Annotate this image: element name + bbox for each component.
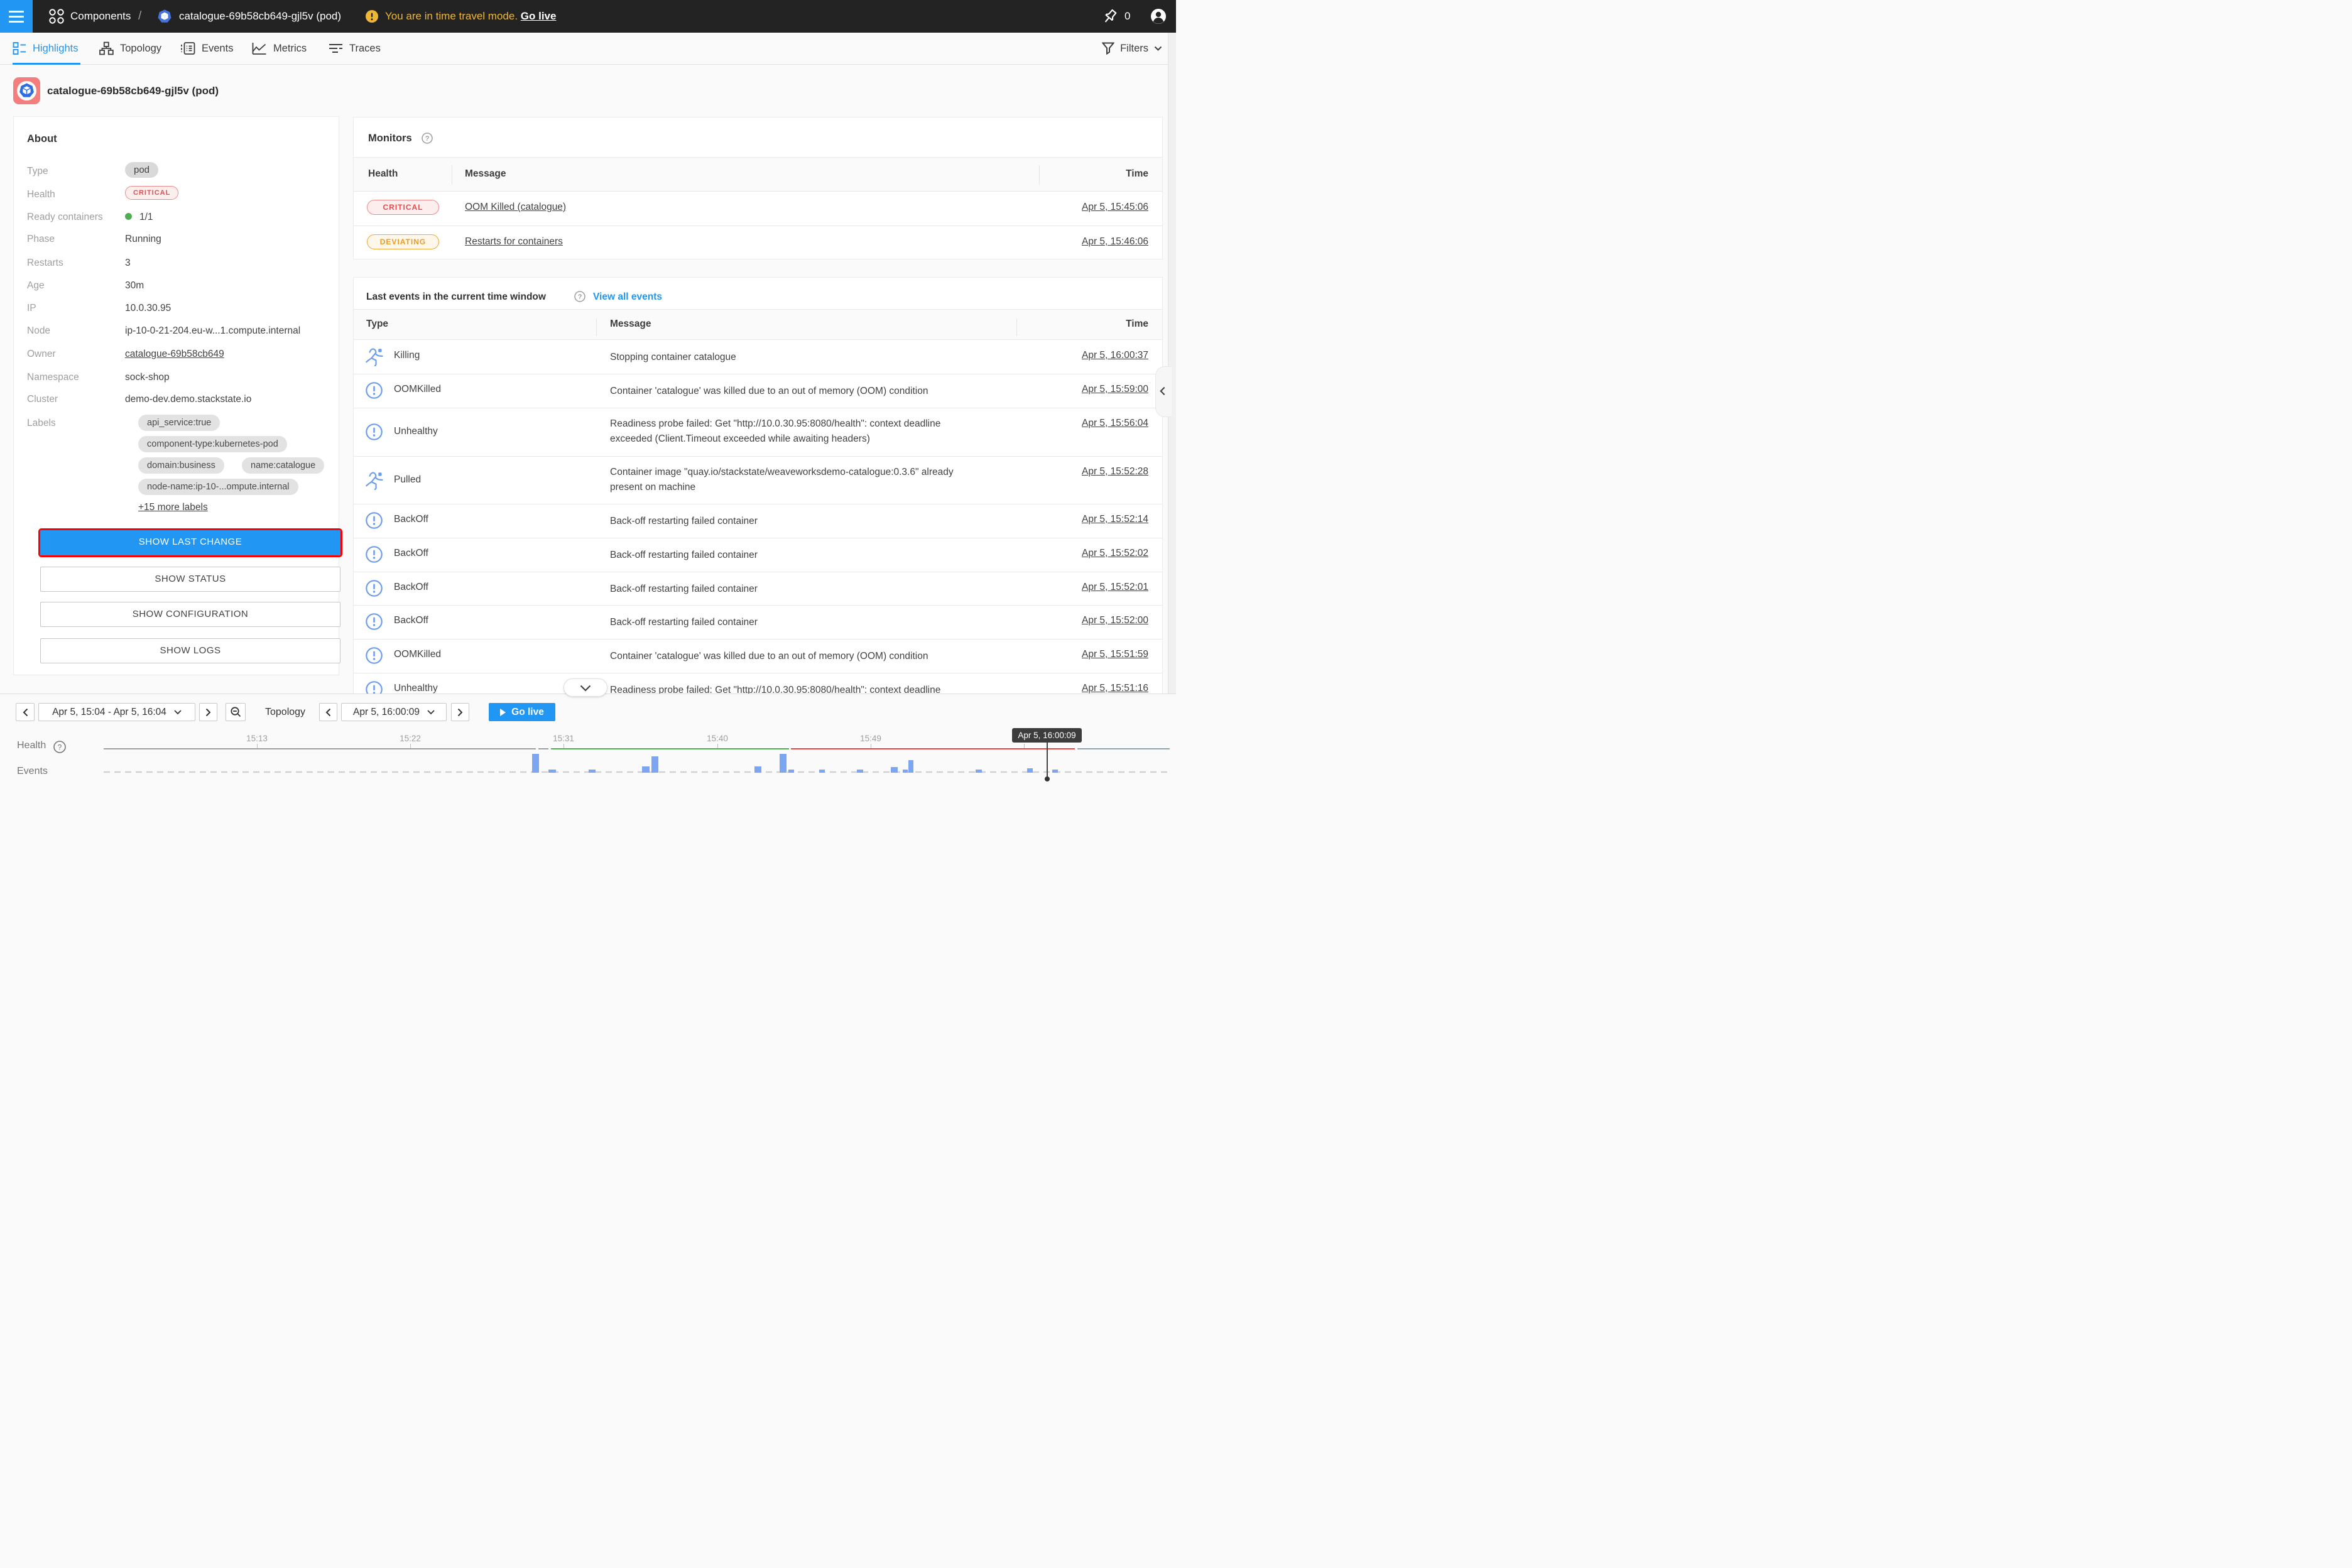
- svg-text:?: ?: [578, 293, 582, 301]
- svg-text:?: ?: [425, 135, 429, 143]
- svg-text:?: ?: [58, 743, 62, 752]
